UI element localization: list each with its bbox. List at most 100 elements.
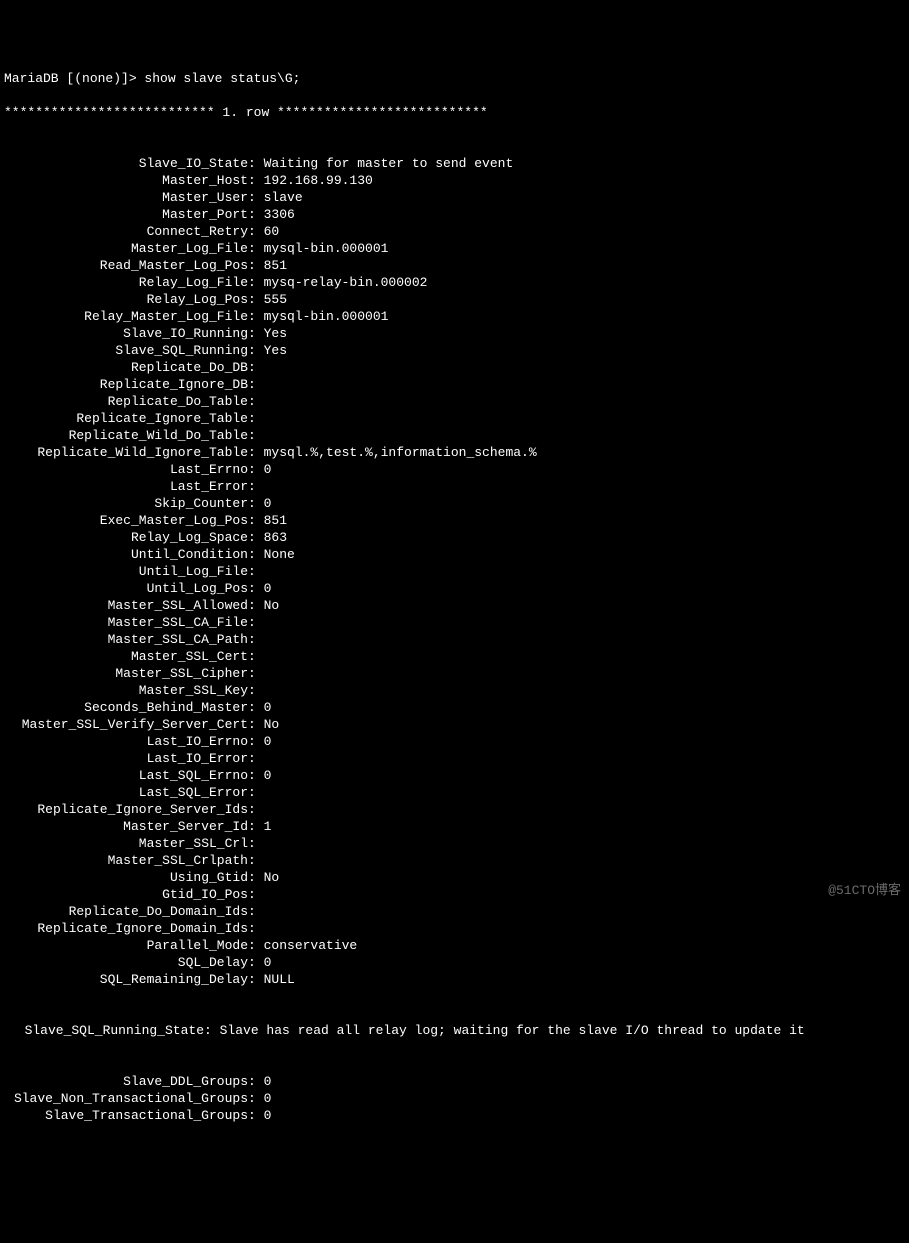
status-row: Replicate_Wild_Do_Table: xyxy=(4,427,909,444)
status-label: Slave_IO_State xyxy=(4,155,248,172)
status-label: Master_Port xyxy=(4,206,248,223)
status-row: Replicate_Ignore_Server_Ids: xyxy=(4,801,909,818)
status-label: Last_IO_Errno xyxy=(4,733,248,750)
colon: : xyxy=(248,513,264,528)
status-row: Using_Gtid: No xyxy=(4,869,909,886)
colon: : xyxy=(248,666,264,681)
status-row: Master_SSL_Cert: xyxy=(4,648,909,665)
status-label: Parallel_Mode xyxy=(4,937,248,954)
status-label: SQL_Remaining_Delay xyxy=(4,971,248,988)
colon: : xyxy=(248,292,264,307)
colon: : xyxy=(248,734,264,749)
status-row: Until_Log_File: xyxy=(4,563,909,580)
status-row: Connect_Retry: 60 xyxy=(4,223,909,240)
status-row: Replicate_Do_Table: xyxy=(4,393,909,410)
status-row: Replicate_Wild_Ignore_Table: mysql.%,tes… xyxy=(4,444,909,461)
status-row: Master_Log_File: mysql-bin.000001 xyxy=(4,240,909,257)
status-label: Master_SSL_Cipher xyxy=(4,665,248,682)
status-row: Master_SSL_CA_Path: xyxy=(4,631,909,648)
colon: : xyxy=(248,632,264,647)
status-label: Relay_Log_Pos xyxy=(4,291,248,308)
status-row: Parallel_Mode: conservative xyxy=(4,937,909,954)
sql-prompt[interactable]: MariaDB [(none)]> show slave status\G; xyxy=(4,70,909,87)
status-row: Last_SQL_Error: xyxy=(4,784,909,801)
colon: : xyxy=(248,564,264,579)
status-row: Master_SSL_Key: xyxy=(4,682,909,699)
status-label: SQL_Delay xyxy=(4,954,248,971)
status-row: Replicate_Ignore_Table: xyxy=(4,410,909,427)
status-value: 851 xyxy=(264,258,287,273)
status-value: Yes xyxy=(264,343,287,358)
status-label: Master_SSL_Crl xyxy=(4,835,248,852)
status-label: Replicate_Wild_Do_Table xyxy=(4,427,248,444)
colon: : xyxy=(248,496,264,511)
colon: : xyxy=(248,241,264,256)
status-label: Replicate_Do_DB xyxy=(4,359,248,376)
colon: : xyxy=(248,190,264,205)
status-label: Replicate_Ignore_Domain_Ids xyxy=(4,920,248,937)
status-row: Last_IO_Error: xyxy=(4,750,909,767)
colon: : xyxy=(248,258,264,273)
status-row: Slave_Transactional_Groups: 0 xyxy=(4,1107,909,1124)
colon: : xyxy=(248,972,264,987)
status-label: Replicate_Ignore_Server_Ids xyxy=(4,801,248,818)
status-value: None xyxy=(264,547,295,562)
status-row: Master_User: slave xyxy=(4,189,909,206)
colon: : xyxy=(248,1074,264,1089)
colon: : xyxy=(248,1108,264,1123)
colon: : xyxy=(248,326,264,341)
status-row: Slave_IO_State: Waiting for master to se… xyxy=(4,155,909,172)
colon: : xyxy=(248,530,264,545)
status-label: Seconds_Behind_Master xyxy=(4,699,248,716)
status-label: Master_Host xyxy=(4,172,248,189)
status-row: SQL_Delay: 0 xyxy=(4,954,909,971)
colon: : xyxy=(248,581,264,596)
colon: : xyxy=(248,955,264,970)
colon: : xyxy=(248,836,264,851)
status-label: Exec_Master_Log_Pos xyxy=(4,512,248,529)
status-label: Last_SQL_Errno xyxy=(4,767,248,784)
colon: : xyxy=(248,445,264,460)
status-row: Slave_Non_Transactional_Groups: 0 xyxy=(4,1090,909,1107)
status-label: Slave_DDL_Groups xyxy=(4,1073,248,1090)
watermark-text: @51CTO博客 xyxy=(828,882,901,899)
status-label: Until_Condition xyxy=(4,546,248,563)
colon: : xyxy=(248,717,264,732)
status-label: Slave_Transactional_Groups xyxy=(4,1107,248,1124)
colon: : xyxy=(248,173,264,188)
status-label: Relay_Log_File xyxy=(4,274,248,291)
status-label: Master_SSL_Crlpath xyxy=(4,852,248,869)
status-value: conservative xyxy=(264,938,358,953)
status-row-running-state: Slave_SQL_Running_State: Slave has read … xyxy=(4,1022,909,1039)
status-value: No xyxy=(264,598,280,613)
colon: : xyxy=(248,683,264,698)
status-label: Master_SSL_CA_Path xyxy=(4,631,248,648)
status-row: Exec_Master_Log_Pos: 851 xyxy=(4,512,909,529)
status-label: Slave_SQL_Running_State xyxy=(4,1022,204,1039)
status-label: Master_Log_File xyxy=(4,240,248,257)
status-row: SQL_Remaining_Delay: NULL xyxy=(4,971,909,988)
status-row: Replicate_Ignore_Domain_Ids: xyxy=(4,920,909,937)
colon: : xyxy=(248,411,264,426)
status-label: Last_SQL_Error xyxy=(4,784,248,801)
colon: : xyxy=(248,819,264,834)
status-label: Master_User xyxy=(4,189,248,206)
status-value: mysql.%,test.%,information_schema.% xyxy=(264,445,537,460)
status-row: Last_Error: xyxy=(4,478,909,495)
colon: : xyxy=(248,921,264,936)
status-label: Until_Log_File xyxy=(4,563,248,580)
status-value: 0 xyxy=(264,1091,272,1106)
status-row: Last_IO_Errno: 0 xyxy=(4,733,909,750)
colon: : xyxy=(248,785,264,800)
colon: : xyxy=(248,802,264,817)
status-label: Master_Server_Id xyxy=(4,818,248,835)
status-label: Last_IO_Error xyxy=(4,750,248,767)
status-row: Replicate_Ignore_DB: xyxy=(4,376,909,393)
status-label: Skip_Counter xyxy=(4,495,248,512)
status-row: Master_Host: 192.168.99.130 xyxy=(4,172,909,189)
status-row: Relay_Log_Space: 863 xyxy=(4,529,909,546)
status-rows: Slave_IO_State: Waiting for master to se… xyxy=(4,155,909,988)
colon: : xyxy=(248,598,264,613)
colon: : xyxy=(248,394,264,409)
status-label: Master_SSL_Verify_Server_Cert xyxy=(4,716,248,733)
